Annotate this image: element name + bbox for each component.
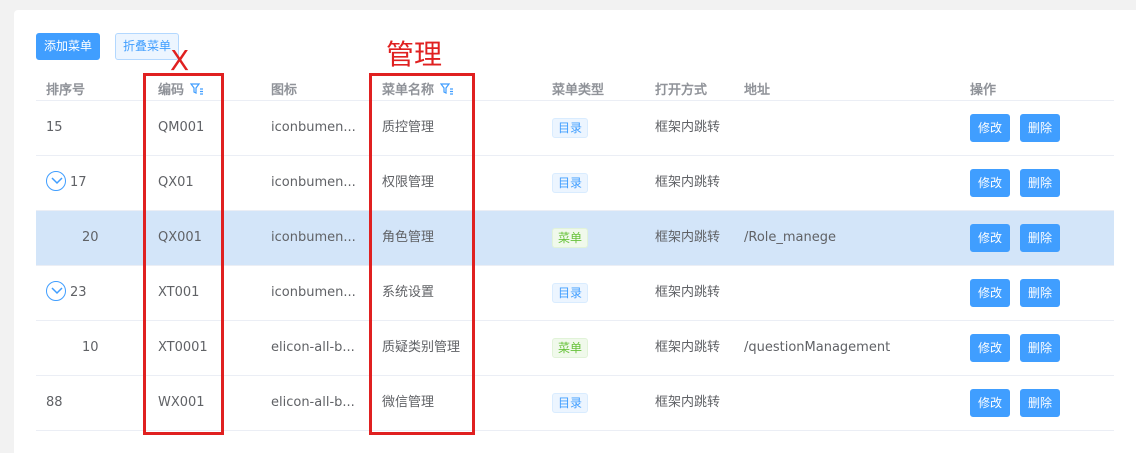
type-tag: 目录 bbox=[552, 282, 589, 303]
column-header-icon[interactable]: 图标 bbox=[271, 79, 297, 98]
edit-button[interactable]: 修改 bbox=[970, 168, 1011, 197]
edit-button[interactable]: 修改 bbox=[970, 278, 1011, 307]
open-cell: 框架内跳转 bbox=[655, 230, 721, 245]
column-header-open[interactable]: 打开方式 bbox=[655, 79, 707, 98]
type-tag: 菜单 bbox=[552, 227, 589, 248]
open-cell: 框架内跳转 bbox=[655, 120, 721, 135]
type-cell: 菜单 bbox=[552, 211, 589, 265]
type-cell: 菜单 bbox=[552, 321, 589, 375]
ops-cell: 修改 删除 bbox=[970, 101, 1070, 155]
ops-cell: 修改 删除 bbox=[970, 376, 1070, 430]
icon-cell: iconbumen... bbox=[271, 230, 356, 245]
edit-button[interactable]: 修改 bbox=[970, 388, 1011, 417]
toolbar: 添加菜单 折叠菜单 bbox=[36, 33, 180, 60]
column-header-type[interactable]: 菜单类型 bbox=[552, 79, 604, 98]
edit-button[interactable]: 修改 bbox=[970, 333, 1011, 362]
ops-cell: 修改 删除 bbox=[970, 266, 1070, 320]
ops-cell: 修改 删除 bbox=[970, 321, 1070, 375]
sort-cell: 10 bbox=[82, 340, 99, 355]
delete-button[interactable]: 删除 bbox=[1020, 223, 1061, 252]
delete-button[interactable]: 删除 bbox=[1020, 113, 1061, 142]
icon-cell: iconbumen... bbox=[271, 285, 356, 300]
delete-button[interactable]: 删除 bbox=[1020, 333, 1061, 362]
annotation-box-code-column bbox=[143, 73, 224, 435]
address-cell: /Role_manege bbox=[744, 230, 837, 245]
ops-cell: 修改 删除 bbox=[970, 211, 1070, 265]
sort-cell: 88 bbox=[46, 395, 63, 410]
type-cell: 目录 bbox=[552, 156, 589, 210]
icon-cell: elicon-all-b... bbox=[271, 340, 355, 355]
column-header-address[interactable]: 地址 bbox=[744, 79, 770, 98]
sort-cell: 17 bbox=[46, 156, 87, 210]
type-cell: 目录 bbox=[552, 376, 589, 430]
add-menu-button[interactable]: 添加菜单 bbox=[36, 33, 101, 60]
icon-cell: iconbumen... bbox=[271, 120, 356, 135]
type-tag: 菜单 bbox=[552, 337, 589, 358]
annotation-label-x: X bbox=[170, 44, 190, 77]
chevron-down-circle-icon[interactable] bbox=[46, 171, 66, 191]
edit-button[interactable]: 修改 bbox=[970, 113, 1011, 142]
chevron-down-circle-icon[interactable] bbox=[46, 281, 66, 301]
open-cell: 框架内跳转 bbox=[655, 175, 721, 190]
type-tag: 目录 bbox=[552, 172, 589, 193]
column-header-sort[interactable]: 排序号 bbox=[46, 79, 85, 98]
delete-button[interactable]: 删除 bbox=[1020, 278, 1061, 307]
type-cell: 目录 bbox=[552, 101, 589, 155]
type-cell: 目录 bbox=[552, 266, 589, 320]
edit-button[interactable]: 修改 bbox=[970, 223, 1011, 252]
sort-cell: 15 bbox=[46, 120, 63, 135]
column-header-ops[interactable]: 操作 bbox=[970, 79, 996, 98]
type-tag: 目录 bbox=[552, 117, 589, 138]
open-cell: 框架内跳转 bbox=[655, 285, 721, 300]
type-tag: 目录 bbox=[552, 392, 589, 413]
sort-cell: 20 bbox=[82, 230, 99, 245]
annotation-box-name-column bbox=[369, 73, 475, 435]
delete-button[interactable]: 删除 bbox=[1020, 388, 1061, 417]
open-cell: 框架内跳转 bbox=[655, 340, 721, 355]
annotation-label-manage: 管理 bbox=[386, 38, 443, 71]
sort-cell: 23 bbox=[46, 266, 87, 320]
open-cell: 框架内跳转 bbox=[655, 395, 721, 410]
icon-cell: elicon-all-b... bbox=[271, 395, 355, 410]
ops-cell: 修改 删除 bbox=[970, 156, 1070, 210]
icon-cell: iconbumen... bbox=[271, 175, 356, 190]
address-cell: /questionManagement bbox=[744, 340, 891, 355]
delete-button[interactable]: 删除 bbox=[1020, 168, 1061, 197]
